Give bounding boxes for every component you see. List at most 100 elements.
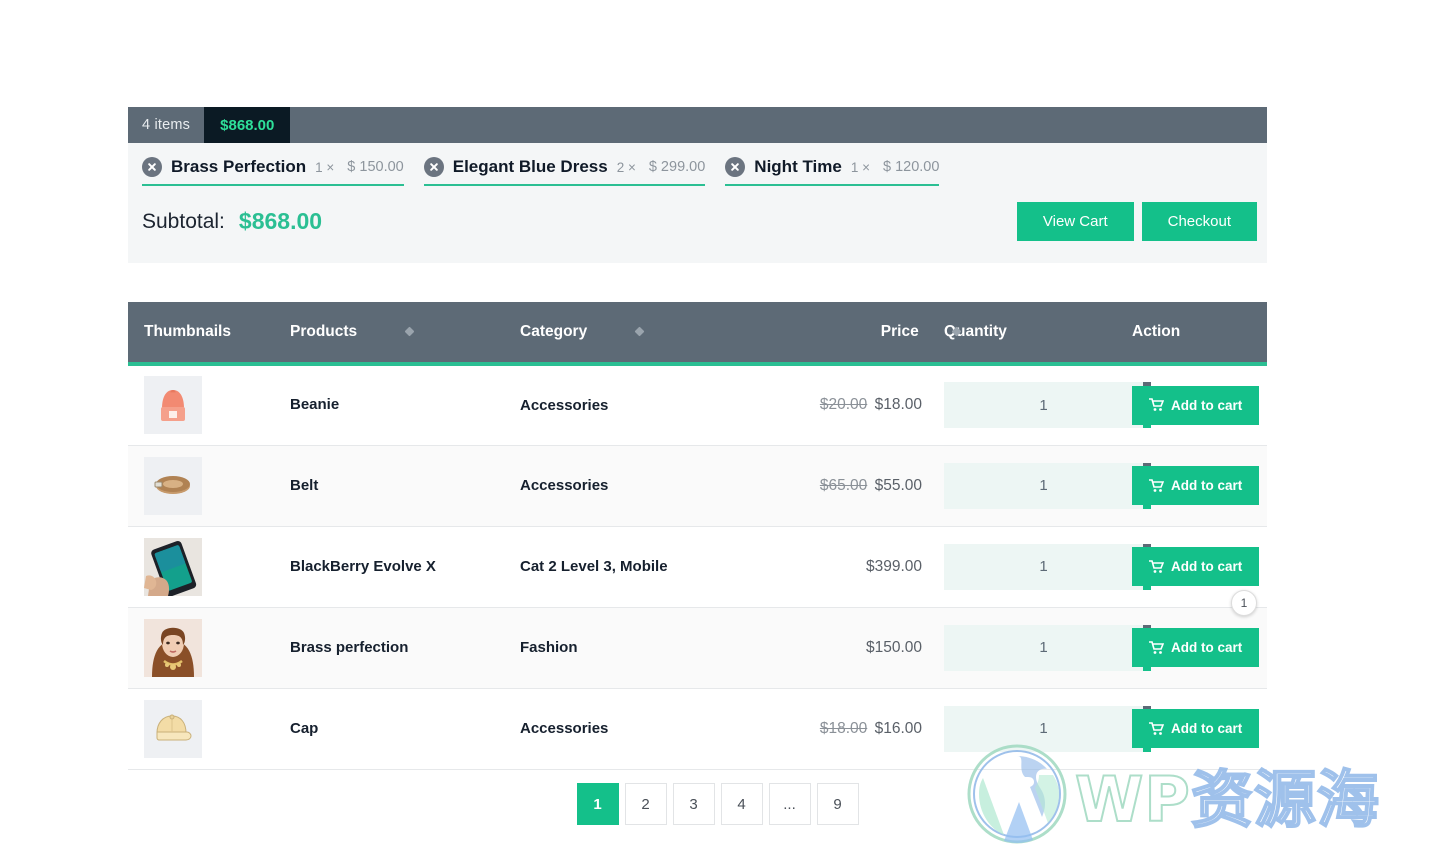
column-header-quantity: Quantity — [922, 302, 1092, 364]
product-name[interactable]: Cap — [290, 720, 318, 737]
sort-diamond-icon[interactable] — [404, 326, 414, 337]
shopping-cart-icon — [1149, 398, 1164, 412]
price-original: $65.00 — [819, 476, 868, 494]
product-name-cell[interactable]: BlackBerry Evolve X — [290, 526, 520, 607]
quantity-stepper[interactable]: + − — [944, 462, 1152, 509]
pagination-page-1[interactable]: 1 — [576, 783, 619, 825]
product-action-cell: Add to cart — [1092, 445, 1267, 526]
quantity-stepper[interactable]: + − — [944, 624, 1152, 671]
cart-item[interactable]: Elegant Blue Dress 2 × $ 299.00 — [423, 157, 706, 186]
category-link[interactable]: Fashion — [520, 639, 578, 656]
belt-thumbnail[interactable] — [144, 456, 202, 515]
product-name[interactable]: Belt — [290, 477, 318, 494]
add-to-cart-button[interactable]: Add to cart — [1132, 547, 1260, 586]
column-label: Price — [880, 323, 919, 340]
blackberry-phone-image — [144, 537, 202, 596]
product-price-cell: $18.00 $16.00 — [802, 688, 922, 769]
column-header-products[interactable]: Products — [290, 302, 520, 364]
product-price-cell: $65.00 $55.00 — [802, 445, 922, 526]
cart-item-name[interactable]: Night Time — [754, 157, 842, 177]
product-thumbnail-cell[interactable] — [128, 526, 290, 607]
product-thumbnail-cell[interactable] — [128, 364, 290, 445]
close-circle-icon[interactable] — [725, 157, 746, 177]
product-quantity-cell: + − — [922, 445, 1152, 526]
cart-footer: Subtotal: $868.00 View Cart Checkout — [128, 194, 1267, 263]
shopping-cart-icon — [1149, 478, 1164, 492]
category-link[interactable]: Cat 2 Level 3, Mobile — [520, 558, 668, 575]
product-thumbnail-cell[interactable] — [128, 688, 290, 769]
product-listing-page: 4 items $868.00 Brass Perfection 1 × $ 1… — [0, 0, 1435, 851]
product-category-cell[interactable]: Cat 2 Level 3, Mobile — [520, 526, 802, 607]
add-to-cart-button[interactable]: Add to cart — [1132, 466, 1260, 505]
product-name[interactable]: Brass perfection — [290, 639, 408, 656]
add-to-cart-button[interactable]: Add to cart — [1132, 628, 1260, 667]
sort-diamond-icon[interactable] — [634, 326, 644, 337]
shopping-cart-icon — [1149, 721, 1164, 735]
product-name-cell[interactable]: Beanie — [290, 364, 520, 445]
pagination-page-2[interactable]: 2 — [624, 783, 667, 825]
product-name-cell[interactable]: Brass perfection — [290, 607, 520, 688]
cart-item-quantity: 2 × — [616, 159, 636, 175]
product-price-cell: $20.00 $18.00 — [802, 364, 922, 445]
cart-item-name[interactable]: Elegant Blue Dress — [453, 157, 608, 177]
cart-item-count[interactable]: 4 items — [128, 107, 204, 143]
blackberry-thumbnail[interactable] — [144, 537, 202, 596]
mini-cart-widget: 4 items $868.00 Brass Perfection 1 × $ 1… — [128, 107, 1267, 263]
price-sale: $16.00 — [874, 719, 922, 737]
cart-item[interactable]: Brass Perfection 1 × $ 150.00 — [142, 157, 404, 186]
price-sale: $55.00 — [874, 476, 922, 494]
pagination-page-9[interactable]: 9 — [816, 783, 859, 825]
quantity-stepper[interactable]: + − — [944, 543, 1152, 590]
belt-image — [154, 475, 190, 494]
table-head: Thumbnails Products Category Price Quant… — [128, 302, 1267, 364]
price-sale: $399.00 — [865, 557, 922, 575]
pagination-page-4[interactable]: 4 — [720, 783, 763, 825]
price-original: $18.00 — [819, 719, 868, 737]
close-circle-icon[interactable] — [142, 157, 162, 177]
category-link[interactable]: Accessories — [520, 477, 608, 494]
column-header-price[interactable]: Price — [802, 302, 962, 364]
product-name[interactable]: Beanie — [290, 396, 339, 413]
shopping-cart-icon — [1149, 640, 1164, 654]
product-category-cell[interactable]: Accessories — [520, 445, 802, 526]
add-to-cart-button[interactable]: Add to cart — [1132, 385, 1260, 425]
subtotal-value: $868.00 — [238, 208, 323, 234]
category-link[interactable]: Accessories — [520, 397, 608, 414]
product-category-cell[interactable]: Accessories — [520, 688, 802, 769]
column-label: Action — [1132, 323, 1181, 340]
price-original: $20.00 — [819, 396, 868, 414]
product-price-cell: $399.00 — [802, 526, 922, 607]
pagination-page-3[interactable]: 3 — [672, 783, 715, 825]
brass-perfection-thumbnail[interactable] — [144, 618, 202, 677]
checkout-button[interactable]: Checkout — [1141, 202, 1257, 241]
quantity-stepper[interactable]: + − — [944, 705, 1152, 752]
product-name-cell[interactable]: Cap — [290, 688, 520, 769]
quantity-stepper[interactable]: + − — [944, 382, 1152, 429]
product-name-cell[interactable]: Belt — [290, 445, 520, 526]
product-category-cell[interactable]: Fashion — [520, 607, 802, 688]
cart-item[interactable]: Night Time 1 × $ 120.00 — [725, 157, 940, 186]
pagination: 1 2 3 4 ... 9 — [0, 783, 1435, 825]
woman-jewelry-image — [144, 618, 202, 677]
product-name[interactable]: BlackBerry Evolve X — [290, 558, 436, 575]
cap-thumbnail[interactable] — [144, 699, 202, 758]
add-to-cart-button[interactable]: Add to cart — [1132, 709, 1260, 748]
column-header-category[interactable]: Category — [520, 302, 802, 364]
close-circle-icon[interactable] — [423, 157, 444, 177]
add-to-cart-label: Add to cart — [1171, 640, 1243, 655]
cart-total-amount[interactable]: $868.00 — [204, 107, 291, 143]
pagination-ellipsis: ... — [768, 783, 811, 825]
table-row: Brass perfection Fashion $150.00 + — [128, 589, 1267, 688]
view-cart-button[interactable]: View Cart — [1016, 202, 1134, 241]
product-category-cell[interactable]: Accessories — [520, 364, 802, 445]
category-link[interactable]: Accessories — [520, 720, 608, 737]
product-thumbnail-cell[interactable] — [128, 607, 290, 688]
price-sale: $150.00 — [865, 638, 922, 656]
product-quantity-cell: + − — [922, 526, 1152, 607]
cart-item-name[interactable]: Brass Perfection — [171, 157, 306, 177]
product-action-cell: Add to cart 1 — [1092, 589, 1267, 688]
product-action-cell: Add to cart — [1092, 688, 1267, 769]
beanie-thumbnail[interactable] — [144, 376, 202, 435]
column-header-action: Action — [1092, 302, 1267, 364]
product-thumbnail-cell[interactable] — [128, 445, 290, 526]
